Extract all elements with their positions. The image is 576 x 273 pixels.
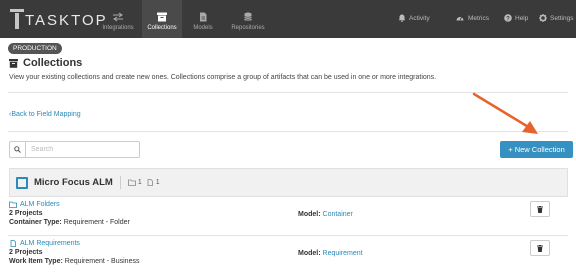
document-icon (200, 12, 207, 22)
nav-models[interactable]: Models (188, 0, 218, 38)
collection-row: ALM Folders 2 Projects Container Type: R… (9, 201, 568, 233)
help-icon: ? (504, 14, 512, 22)
svg-text:?: ? (506, 16, 510, 22)
new-collection-button[interactable]: + New Collection (500, 141, 573, 158)
nav-activity[interactable]: Activity (398, 14, 430, 22)
search-box (9, 141, 140, 158)
nav-metrics[interactable]: Metrics (455, 14, 489, 22)
project-count: 2 Projects (9, 249, 43, 256)
tasktop-logo[interactable]: TASKTOP (10, 8, 108, 29)
annotation-arrow (472, 92, 538, 134)
arrows-exchange-icon (113, 12, 123, 22)
page-description: View your existing collections and creat… (9, 74, 437, 81)
nav-settings-label: Settings (550, 14, 574, 22)
model-info: Model: Requirement (298, 250, 363, 257)
gear-icon (539, 14, 547, 22)
trash-icon (537, 205, 543, 213)
model-label: Model: (298, 211, 321, 218)
row-divider (8, 235, 568, 236)
artifact-type-value: Requirement - Business (64, 258, 140, 265)
top-navbar: TASKTOP Integrations Collections Models … (0, 0, 576, 38)
back-link-label: Back to Field Mapping (11, 111, 81, 118)
folder-icon (127, 179, 136, 186)
model-label: Model: (298, 250, 321, 257)
model-info: Model: Container (298, 211, 353, 218)
model-link[interactable]: Container (323, 211, 353, 218)
nav-models-label: Models (193, 25, 213, 31)
requirement-count-value: 1 (155, 179, 160, 186)
group-separator (119, 176, 121, 189)
file-icon (10, 240, 16, 247)
file-icon (147, 179, 153, 186)
artifact-type-label: Work Item Type: (9, 258, 63, 265)
gauge-icon (456, 17, 464, 21)
nav-collections-label: Collections (147, 25, 177, 31)
nav-metrics-label: Metrics (468, 14, 489, 22)
nav-repositories[interactable]: Repositories (226, 0, 270, 38)
artifact-type-label: Container Type: (9, 219, 62, 226)
nav-activity-label: Activity (409, 14, 430, 22)
search-icon (10, 142, 26, 157)
collection-name: ALM Requirements (20, 240, 80, 247)
nav-integrations-label: Integrations (102, 25, 134, 31)
nav-settings[interactable]: Settings (539, 14, 574, 22)
nav-help[interactable]: ? Help (504, 14, 528, 22)
repository-name: Micro Focus ALM (34, 177, 113, 188)
archive-icon (9, 58, 18, 68)
delete-collection-button[interactable] (530, 240, 550, 256)
page-title: Collections (9, 57, 82, 69)
collection-name: ALM Folders (20, 201, 60, 208)
nav-help-label: Help (515, 14, 529, 22)
artifact-type-value: Requirement - Folder (63, 219, 130, 226)
folder-count: 1 (127, 179, 142, 186)
folder-icon (9, 201, 17, 208)
artifact-type: Container Type: Requirement - Folder (9, 219, 130, 226)
nav-collections[interactable]: Collections (142, 0, 182, 38)
database-icon (244, 12, 252, 21)
repository-icon (16, 176, 28, 189)
back-to-field-mapping-link[interactable]: ‹Back to Field Mapping (9, 111, 81, 118)
model-link[interactable]: Requirement (323, 250, 363, 257)
archive-icon (157, 12, 167, 22)
tasktop-logo-mark (10, 8, 24, 29)
collection-row: ALM Requirements 2 Projects Work Item Ty… (9, 240, 568, 272)
environment-badge: PRODUCTION (8, 43, 62, 54)
collection-link-alm-requirements[interactable]: ALM Requirements (9, 240, 80, 247)
folder-count-value: 1 (137, 179, 142, 186)
trash-icon (537, 244, 543, 252)
repository-group-header[interactable]: Micro Focus ALM 1 1 (9, 168, 568, 197)
collection-link-alm-folders[interactable]: ALM Folders (9, 201, 60, 208)
nav-integrations[interactable]: Integrations (96, 0, 140, 38)
delete-collection-button[interactable] (530, 201, 550, 217)
bell-icon (398, 14, 406, 22)
project-count: 2 Projects (9, 210, 43, 217)
artifact-type: Work Item Type: Requirement - Business (9, 258, 139, 265)
search-input[interactable] (26, 146, 136, 153)
nav-repositories-label: Repositories (231, 25, 265, 31)
requirement-count: 1 (146, 179, 160, 186)
page-title-text: Collections (23, 57, 83, 69)
